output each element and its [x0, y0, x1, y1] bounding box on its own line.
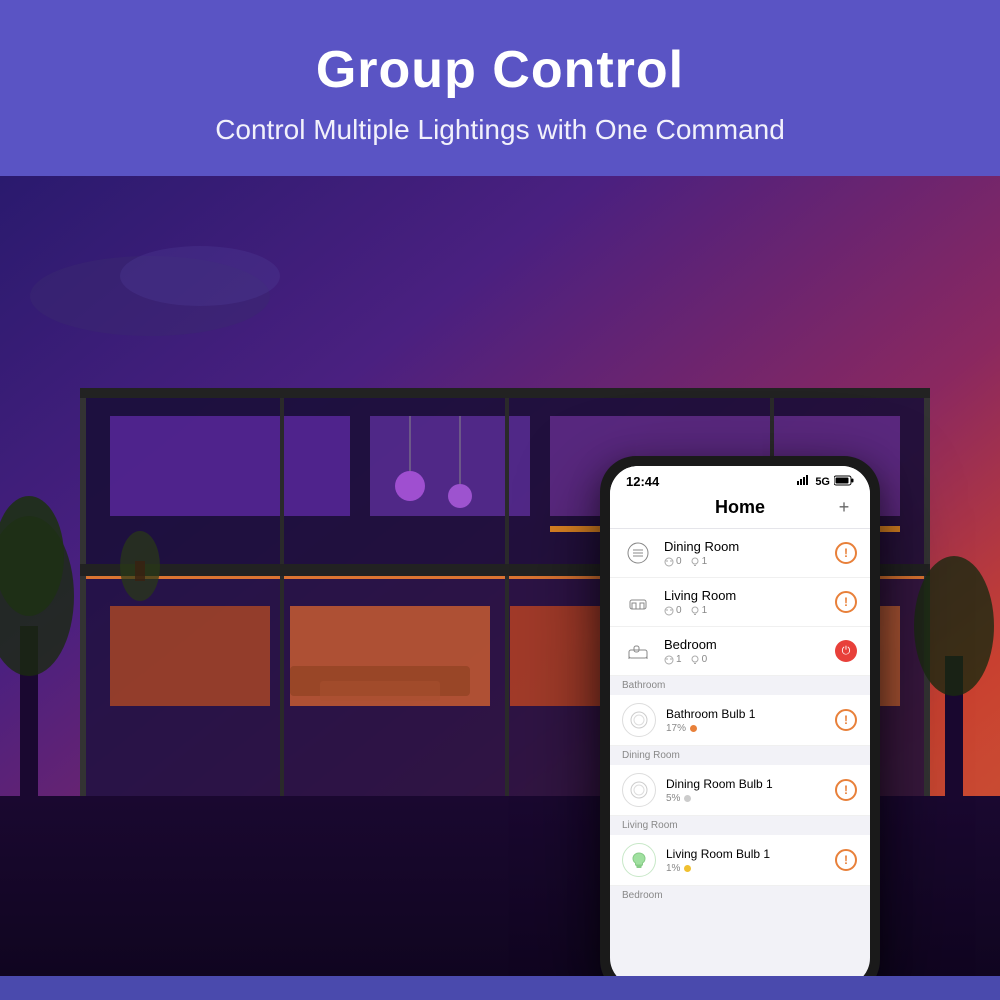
bathroom-bulb-info: Bathroom Bulb 1 17%: [666, 707, 824, 734]
dining-room-action[interactable]: !: [834, 541, 858, 565]
dining-room-devices: 0 1: [664, 556, 824, 567]
living-bulb-info: Living Room Bulb 1 1%: [666, 847, 824, 874]
living-bulb-pct: 1%: [666, 863, 680, 874]
living-alert-icon: !: [835, 591, 857, 613]
status-time: 12:44: [626, 474, 659, 489]
living-status-dot: [684, 865, 691, 872]
living-room-name: Living Room: [664, 588, 824, 603]
living-plug-count: 0: [664, 605, 682, 616]
bathroom-bulb-item[interactable]: Bathroom Bulb 1 17% !: [610, 695, 870, 746]
dining-status-dot: [684, 795, 691, 802]
add-button[interactable]: +: [834, 498, 854, 518]
living-bulb-name: Living Room Bulb 1: [666, 847, 824, 861]
devices-section: Bathroom Bathroom Bulb 1 17%: [610, 676, 870, 976]
living-bulb-count: 1: [690, 605, 708, 616]
dining-bulb-name: Dining Room Bulb 1: [666, 777, 824, 791]
signal-icon: [797, 475, 811, 488]
dining-section-label: Dining Room: [610, 746, 870, 765]
network-label: 5G: [815, 476, 830, 488]
dining-room-icon: [622, 537, 654, 569]
dining-bulb-count: 1: [690, 556, 708, 567]
dining-bulb-action[interactable]: !: [834, 778, 858, 802]
bathroom-bulb-status: 17%: [666, 723, 824, 734]
phone-screen: 12:44 5G Home +: [610, 466, 870, 976]
dining-alert-icon: !: [835, 542, 857, 564]
house-section: 12:44 5G Home +: [0, 176, 1000, 976]
header-section: Group Control Control Multiple Lightings…: [0, 0, 1000, 176]
dining-plug-count: 0: [664, 556, 682, 567]
sub-title: Control Multiple Lightings with One Comm…: [20, 114, 980, 146]
bedroom-icon: [622, 635, 654, 667]
living-bulb-status: 1%: [666, 863, 824, 874]
dining-bulb-item[interactable]: Dining Room Bulb 1 5% !: [610, 765, 870, 816]
living-room-action[interactable]: !: [834, 590, 858, 614]
bedroom-power-icon: ⏻: [835, 640, 857, 662]
battery-icon: [834, 475, 854, 489]
dining-room-info: Dining Room 0 1: [664, 539, 824, 567]
dining-bulb-info: Dining Room Bulb 1 5%: [666, 777, 824, 804]
bathroom-bulb-pct: 17%: [666, 723, 686, 734]
dining-bulb-status: 5%: [666, 793, 824, 804]
bedroom-plug-count: 1: [664, 654, 682, 665]
status-bar: 12:44 5G: [610, 466, 870, 493]
living-bulb-action[interactable]: !: [834, 848, 858, 872]
rooms-list: Dining Room 0 1 !: [610, 529, 870, 676]
dining-bulb-icon-wrap: [622, 773, 656, 807]
living-bulb-item[interactable]: Living Room Bulb 1 1% !: [610, 835, 870, 886]
living-room-icon: [622, 586, 654, 618]
bedroom-info: Bedroom 1 0: [664, 637, 824, 665]
living-room-info: Living Room 0 1: [664, 588, 824, 616]
bathroom-section-label: Bathroom: [610, 676, 870, 695]
app-title: Home: [646, 497, 834, 518]
living-bulb-icon-wrap: [622, 843, 656, 877]
bedroom-bulb-count: 0: [690, 654, 708, 665]
bedroom-section-label: Bedroom: [610, 886, 870, 905]
bathroom-bulb-icon-wrap: [622, 703, 656, 737]
bathroom-status-dot: [690, 725, 697, 732]
living-alert-icon: !: [835, 849, 857, 871]
dining-room-name: Dining Room: [664, 539, 824, 554]
bathroom-bulb-action[interactable]: !: [834, 708, 858, 732]
bedroom-action[interactable]: ⏻: [834, 639, 858, 663]
room-item-bedroom[interactable]: Bedroom 1 0 ⏻: [610, 627, 870, 676]
dining-bulb-pct: 5%: [666, 793, 680, 804]
phone-outer: 12:44 5G Home +: [600, 456, 880, 976]
bedroom-name: Bedroom: [664, 637, 824, 652]
bathroom-bulb-name: Bathroom Bulb 1: [666, 707, 824, 721]
dining-alert-icon: !: [835, 779, 857, 801]
room-item-dining[interactable]: Dining Room 0 1 !: [610, 529, 870, 578]
main-title: Group Control: [20, 40, 980, 100]
bathroom-alert-icon: !: [835, 709, 857, 731]
living-section-label: Living Room: [610, 816, 870, 835]
phone-mockup: 12:44 5G Home +: [600, 456, 880, 976]
bedroom-devices: 1 0: [664, 654, 824, 665]
room-item-living[interactable]: Living Room 0 1 !: [610, 578, 870, 627]
living-room-devices: 0 1: [664, 605, 824, 616]
app-header: Home +: [610, 493, 870, 529]
status-icons: 5G: [797, 475, 854, 489]
